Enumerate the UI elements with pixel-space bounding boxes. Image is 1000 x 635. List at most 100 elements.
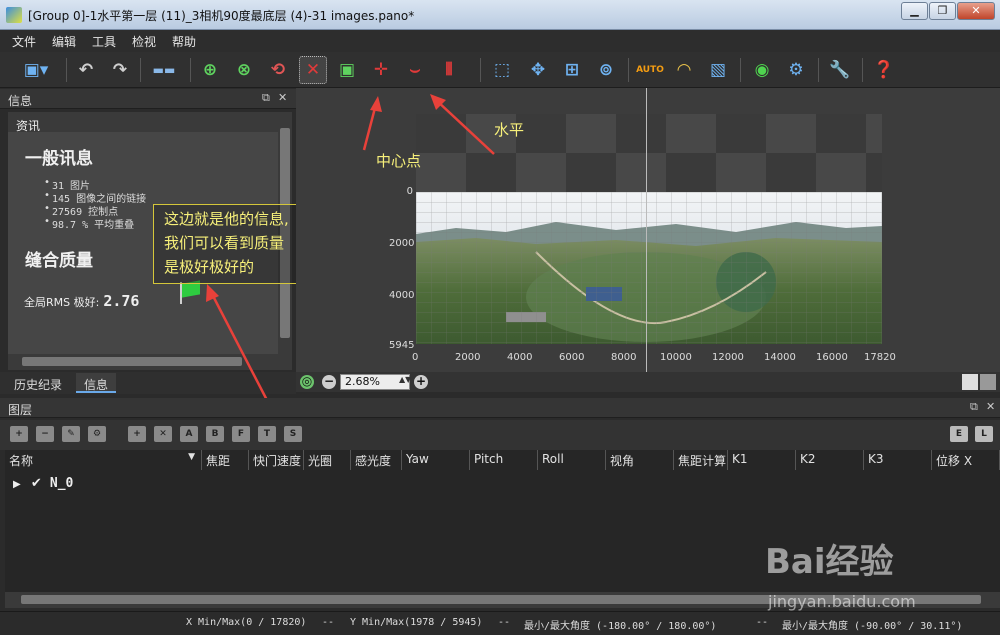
float-icon[interactable]: ⧉ [970,400,978,414]
x-tick-label: 0 [412,352,419,363]
column-shutter[interactable]: 快门速度 [249,450,304,470]
float-icon[interactable]: ⧉ [262,91,270,105]
toolbar-separator [66,58,67,82]
group-b-icon[interactable]: B [206,426,224,442]
status-bar: X Min/Max(0 / 17820) -- Y Min/Max(1978 /… [0,611,1000,635]
column-k2[interactable]: K2 [796,450,864,470]
panel-close-icon[interactable]: ✕ [278,91,287,104]
column-pitch[interactable]: Pitch [470,450,538,470]
rotate-sphere-icon[interactable]: ⟲ [264,56,292,84]
tab-history[interactable]: 历史纪录 [6,373,70,393]
collapse-icon[interactable]: L [975,426,993,442]
move-icon[interactable]: ✥ [524,56,552,84]
zoom-spin-icon[interactable]: ▲▼ [399,375,411,384]
redo-icon[interactable]: ↷ [106,56,134,84]
auto-color-icon[interactable]: AUTO [636,56,664,84]
group-s-icon[interactable]: S [284,426,302,442]
menu-tools[interactable]: 工具 [80,30,120,50]
fit-panorama-icon[interactable]: ✕ [299,56,327,84]
horizon-label: 水平 [494,121,525,139]
group-a-icon[interactable]: A [180,426,198,442]
x-tick-label: 16000 [816,352,848,363]
column-k1[interactable]: K1 [728,450,796,470]
center-point-label: 中心点 [376,152,422,170]
sort-icon[interactable]: ▼ [188,452,195,462]
vertical-lines-icon[interactable]: ⦀ [435,56,463,84]
panorama-preview-icon[interactable]: ▬▬ [146,56,182,84]
scroll-thumb[interactable] [22,357,242,366]
menu-file[interactable]: 文件 [0,30,40,50]
baidu-watermark-logo: Bai经验 [765,542,894,582]
zoom-in-icon[interactable]: + [414,375,428,389]
undo-icon[interactable]: ↶ [72,56,100,84]
column-k3[interactable]: K3 [864,450,932,470]
stitch-quality-heading: 缝合质量 [25,251,93,271]
y-tick-label: 5945 [389,340,415,351]
zoom-fit-icon[interactable]: ◎ [300,375,314,389]
column-roll[interactable]: Roll [538,450,606,470]
panel-close-icon[interactable]: ✕ [986,400,995,413]
target-icon[interactable]: ⊚ [592,56,620,84]
column-fov[interactable]: 视角 [606,450,674,470]
optimize-icon[interactable]: ⊗ [230,56,258,84]
set-horizon-icon[interactable]: ⌣ [401,56,429,84]
table-row[interactable]: ▶ ✔ N_0 [13,476,73,491]
view-zoom-bar: ◎ − 2.68% ▲▼ + [296,372,1000,392]
rms-label: 全局RMS 极好: [24,296,100,309]
toolbar-separator [480,58,481,82]
delete-group-icon[interactable]: ✕ [154,426,172,442]
column-aperture[interactable]: 光圈 [304,450,351,470]
minimize-button[interactable]: ▁ [901,2,928,20]
x-tick-label: 10000 [660,352,692,363]
restore-button[interactable]: ❐ [929,2,956,20]
expand-icon[interactable]: E [950,426,968,442]
preview-search-icon[interactable]: ◉ [748,56,776,84]
toolbar-separator [818,58,819,82]
grid-icon[interactable]: ⊞ [558,56,586,84]
column-name[interactable]: 名称 ▼ [5,450,202,470]
left-tab-bar: 历史纪录 信息 [0,372,296,394]
crop-icon[interactable]: ▣ [333,56,361,84]
close-button[interactable]: ✕ [957,2,995,20]
column-shift-x[interactable]: 位移 X [932,450,1000,470]
layer-settings-icon[interactable]: ⚙ [88,426,106,442]
help-icon[interactable]: ❓ [870,56,898,84]
column-yaw[interactable]: Yaw [402,450,470,470]
column-iso[interactable]: 感光度 [351,450,402,470]
checkbox-icon[interactable]: ✔ [31,476,42,491]
y-tick-label: 0 [406,186,413,197]
menu-edit[interactable]: 编辑 [40,30,80,50]
add-group-icon[interactable]: + [128,426,146,442]
layout-icon[interactable] [962,374,978,390]
grid-view-icon[interactable] [980,374,996,390]
add-layer-icon[interactable]: + [10,426,28,442]
stat-overlap: 98.7 % 平均重叠 [44,216,134,231]
image-adjust-icon[interactable]: ▧ [704,56,732,84]
group-t-icon[interactable]: T [258,426,276,442]
align-images-icon[interactable]: ⊕ [196,56,224,84]
column-focal[interactable]: 焦距 [202,450,249,470]
toolbar-separator [628,58,629,82]
zoom-out-icon[interactable]: − [322,375,336,389]
window-title: [Group 0]-1水平第一层 (11)_3相机90度最底层 (4)-31 i… [28,9,415,23]
gear-icon[interactable]: ⚙ [782,56,810,84]
expand-arrow-icon[interactable]: ▶ [13,479,21,490]
status-separator: -- [322,617,335,628]
edit-layer-icon[interactable]: ✎ [62,426,80,442]
column-focal-calc[interactable]: 焦距计算 [674,450,728,470]
remove-layer-icon[interactable]: − [36,426,54,442]
exposure-icon[interactable]: ◠ [670,56,698,84]
menu-help[interactable]: 帮助 [160,30,200,50]
info-section-title: 资讯 [8,112,278,133]
set-center-icon[interactable]: ✛ [367,56,395,84]
tab-info[interactable]: 信息 [76,373,117,393]
wrench-icon[interactable]: 🔧 [826,56,854,84]
info-horizontal-scrollbar[interactable] [8,354,292,370]
y-tick-label: 2000 [389,238,415,249]
add-images-icon[interactable]: ▣▾ [14,56,58,84]
status-h-angle: 最小/最大角度 (-180.00° / 180.00°) [524,621,717,632]
group-f-icon[interactable]: F [232,426,250,442]
select-icon[interactable]: ⬚ [488,56,516,84]
menu-view[interactable]: 检视 [120,30,160,50]
y-tick-label: 4000 [389,290,415,301]
